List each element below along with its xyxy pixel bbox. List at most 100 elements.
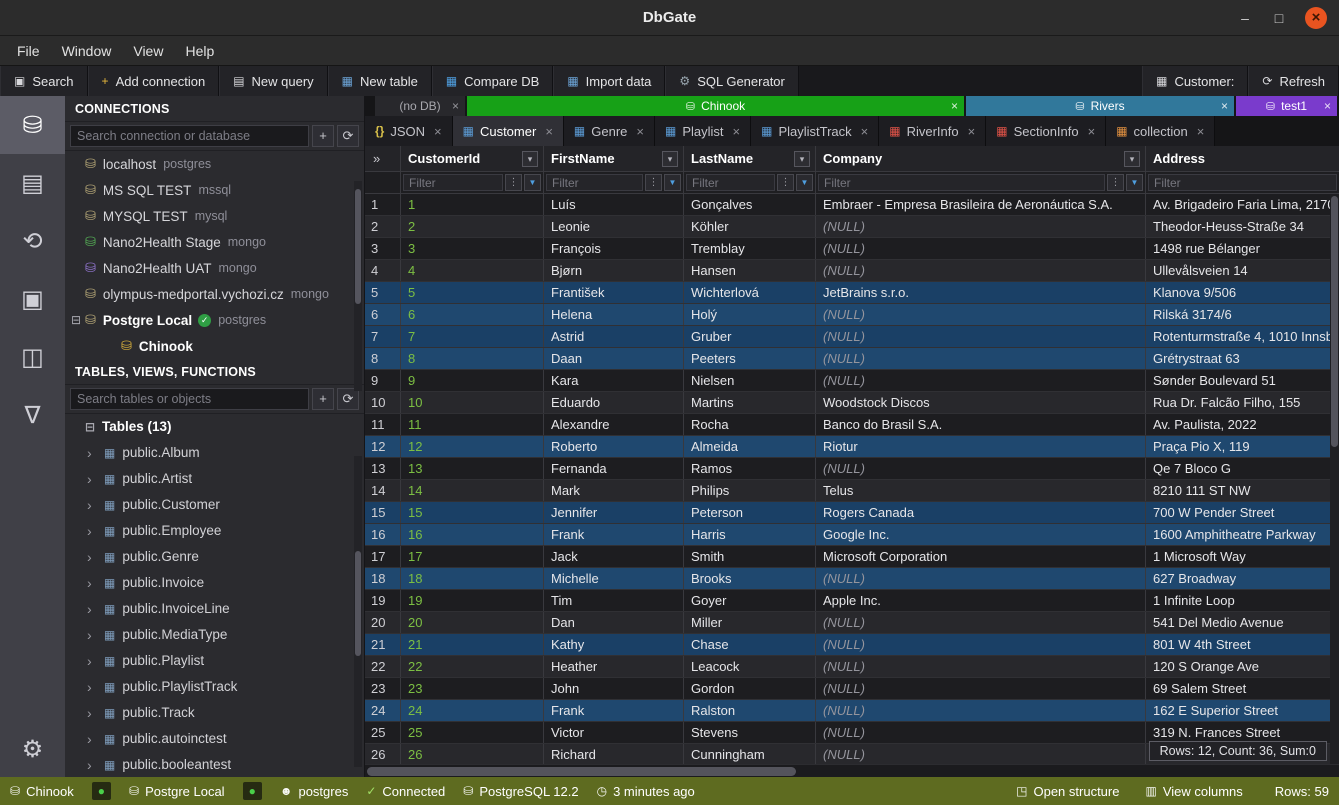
tables-search-input[interactable]: [70, 388, 309, 410]
connection-item[interactable]: ⛁ olympus-medportal.vychozi.cz ✓ mongo: [65, 281, 364, 307]
table-row[interactable]: 4 4 Bjørn Hansen (NULL) Ullevålsveien 14: [365, 260, 1339, 282]
cell-customerid[interactable]: 8: [401, 348, 544, 369]
menu-item[interactable]: File: [6, 36, 51, 66]
close-tab-icon[interactable]: ×: [1221, 96, 1228, 116]
dbtab-test1[interactable]: ⛁ test1 ×: [1236, 96, 1337, 116]
table-row[interactable]: 17 17 Jack Smith Microsoft Corporation 1…: [365, 546, 1339, 568]
cell-address[interactable]: Rua Dr. Falcão Filho, 155: [1146, 392, 1339, 413]
cell-lastname[interactable]: Ralston: [684, 700, 816, 721]
row-number[interactable]: 1: [365, 194, 401, 215]
connection-item[interactable]: ⊟ ⛁ Postgre Local ✓ postgres: [65, 307, 364, 333]
cell-firstname[interactable]: Tim: [544, 590, 684, 611]
cell-firstname[interactable]: John: [544, 678, 684, 699]
chevron-right-icon[interactable]: ›: [87, 705, 100, 721]
chevron-right-icon[interactable]: ›: [87, 731, 100, 747]
row-number[interactable]: 10: [365, 392, 401, 413]
table-row[interactable]: 22 22 Heather Leacock (NULL) 120 S Orang…: [365, 656, 1339, 678]
grid-horizontal-scrollbar[interactable]: [365, 764, 1339, 777]
statusbar-database[interactable]: ⛁ Chinook: [10, 784, 74, 799]
cell-address[interactable]: 801 W 4th Street: [1146, 634, 1339, 655]
cell-company[interactable]: (NULL): [816, 370, 1146, 391]
cell-firstname[interactable]: Heather: [544, 656, 684, 677]
customer-button[interactable]: ▦ Customer:: [1142, 66, 1248, 96]
row-number[interactable]: 17: [365, 546, 401, 567]
row-number[interactable]: 19: [365, 590, 401, 611]
cell-lastname[interactable]: Cunningham: [684, 744, 816, 764]
cell-customerid[interactable]: 17: [401, 546, 544, 567]
cell-customerid[interactable]: 1: [401, 194, 544, 215]
cell-lastname[interactable]: Philips: [684, 480, 816, 501]
table-row[interactable]: 11 11 Alexandre Rocha Banco do Brasil S.…: [365, 414, 1339, 436]
statusbar-connection[interactable]: ⛁ Postgre Local: [129, 784, 225, 799]
row-number[interactable]: 6: [365, 304, 401, 325]
connection-item[interactable]: ⛁ Nano2Health Stage ✓ mongo: [65, 229, 364, 255]
chevron-right-icon[interactable]: ›: [87, 445, 100, 461]
cell-firstname[interactable]: Frank: [544, 700, 684, 721]
cell-address[interactable]: Qe 7 Bloco G: [1146, 458, 1339, 479]
chevron-right-icon[interactable]: ›: [87, 575, 100, 591]
cell-customerid[interactable]: 24: [401, 700, 544, 721]
cell-customerid[interactable]: 4: [401, 260, 544, 281]
tab-json[interactable]: {} JSON ×: [365, 116, 453, 146]
cell-firstname[interactable]: František: [544, 282, 684, 303]
table-row[interactable]: 18 18 Michelle Brooks (NULL) 627 Broadwa…: [365, 568, 1339, 590]
chevron-right-icon[interactable]: ›: [87, 601, 100, 617]
tables-group-header[interactable]: ⊟ Tables (13): [65, 414, 364, 440]
cell-customerid[interactable]: 16: [401, 524, 544, 545]
connections-refresh-button[interactable]: ⟳: [337, 125, 359, 147]
cell-lastname[interactable]: Gonçalves: [684, 194, 816, 215]
cell-company[interactable]: Riotur: [816, 436, 1146, 457]
cell-address[interactable]: Theodor-Heuss-Straße 34: [1146, 216, 1339, 237]
cell-company[interactable]: (NULL): [816, 634, 1146, 655]
statusbar-connected[interactable]: ✓ Connected: [366, 784, 445, 799]
cell-customerid[interactable]: 11: [401, 414, 544, 435]
cell-customerid[interactable]: 9: [401, 370, 544, 391]
archive-icon[interactable]: ▣: [0, 270, 65, 328]
chevron-right-icon[interactable]: ›: [87, 471, 100, 487]
cell-lastname[interactable]: Hansen: [684, 260, 816, 281]
dbtab-rivers[interactable]: ⛁ Rivers ×: [966, 96, 1234, 116]
search-button[interactable]: ▣ Search: [0, 66, 88, 96]
table-row[interactable]: 13 13 Fernanda Ramos (NULL) Qe 7 Bloco G: [365, 458, 1339, 480]
cell-company[interactable]: (NULL): [816, 678, 1146, 699]
cell-address[interactable]: Ullevålsveien 14: [1146, 260, 1339, 281]
filter-input[interactable]: [686, 174, 775, 191]
row-number[interactable]: 18: [365, 568, 401, 589]
close-tab-icon[interactable]: ×: [1324, 96, 1331, 116]
filter-menu-button[interactable]: ⋮: [1107, 174, 1124, 191]
tab-playlisttrack[interactable]: ▦ PlaylistTrack ×: [751, 116, 879, 146]
close-button[interactable]: ×: [1305, 7, 1327, 29]
cell-customerid[interactable]: 15: [401, 502, 544, 523]
column-header[interactable]: FirstName ▾: [544, 146, 684, 171]
close-tab-icon[interactable]: ×: [452, 96, 459, 116]
cell-customerid[interactable]: 18: [401, 568, 544, 589]
cell-company[interactable]: Banco do Brasil S.A.: [816, 414, 1146, 435]
cell-firstname[interactable]: Daan: [544, 348, 684, 369]
cell-firstname[interactable]: Fernanda: [544, 458, 684, 479]
connection-item[interactable]: ⛁ Chinook ✓: [65, 333, 364, 359]
close-tab-icon[interactable]: ×: [1197, 124, 1205, 139]
cell-firstname[interactable]: Richard: [544, 744, 684, 764]
filter-input[interactable]: [1148, 174, 1337, 191]
table-item[interactable]: › ▦ public.Album: [65, 440, 364, 466]
cell-lastname[interactable]: Wichterlová: [684, 282, 816, 303]
row-number[interactable]: 3: [365, 238, 401, 259]
table-row[interactable]: 21 21 Kathy Chase (NULL) 801 W 4th Stree…: [365, 634, 1339, 656]
row-number[interactable]: 12: [365, 436, 401, 457]
close-tab-icon[interactable]: ×: [545, 124, 553, 139]
cell-address[interactable]: Av. Brigadeiro Faria Lima, 2170: [1146, 194, 1339, 215]
connection-item[interactable]: ⛁ localhost ✓ postgres: [65, 151, 364, 177]
table-row[interactable]: 23 23 John Gordon (NULL) 69 Salem Street: [365, 678, 1339, 700]
cell-company[interactable]: Microsoft Corporation: [816, 546, 1146, 567]
connection-item[interactable]: ⛁ MS SQL TEST ✓ mssql: [65, 177, 364, 203]
cell-customerid[interactable]: 13: [401, 458, 544, 479]
cell-address[interactable]: Sønder Boulevard 51: [1146, 370, 1339, 391]
cell-address[interactable]: 319 N. Frances Street: [1146, 722, 1339, 743]
filter-menu-button[interactable]: ⋮: [505, 174, 522, 191]
row-number[interactable]: 11: [365, 414, 401, 435]
table-item[interactable]: › ▦ public.Artist: [65, 466, 364, 492]
row-number[interactable]: 15: [365, 502, 401, 523]
filter-icon[interactable]: ∇: [0, 386, 65, 444]
cell-firstname[interactable]: Frank: [544, 524, 684, 545]
cell-firstname[interactable]: François: [544, 238, 684, 259]
